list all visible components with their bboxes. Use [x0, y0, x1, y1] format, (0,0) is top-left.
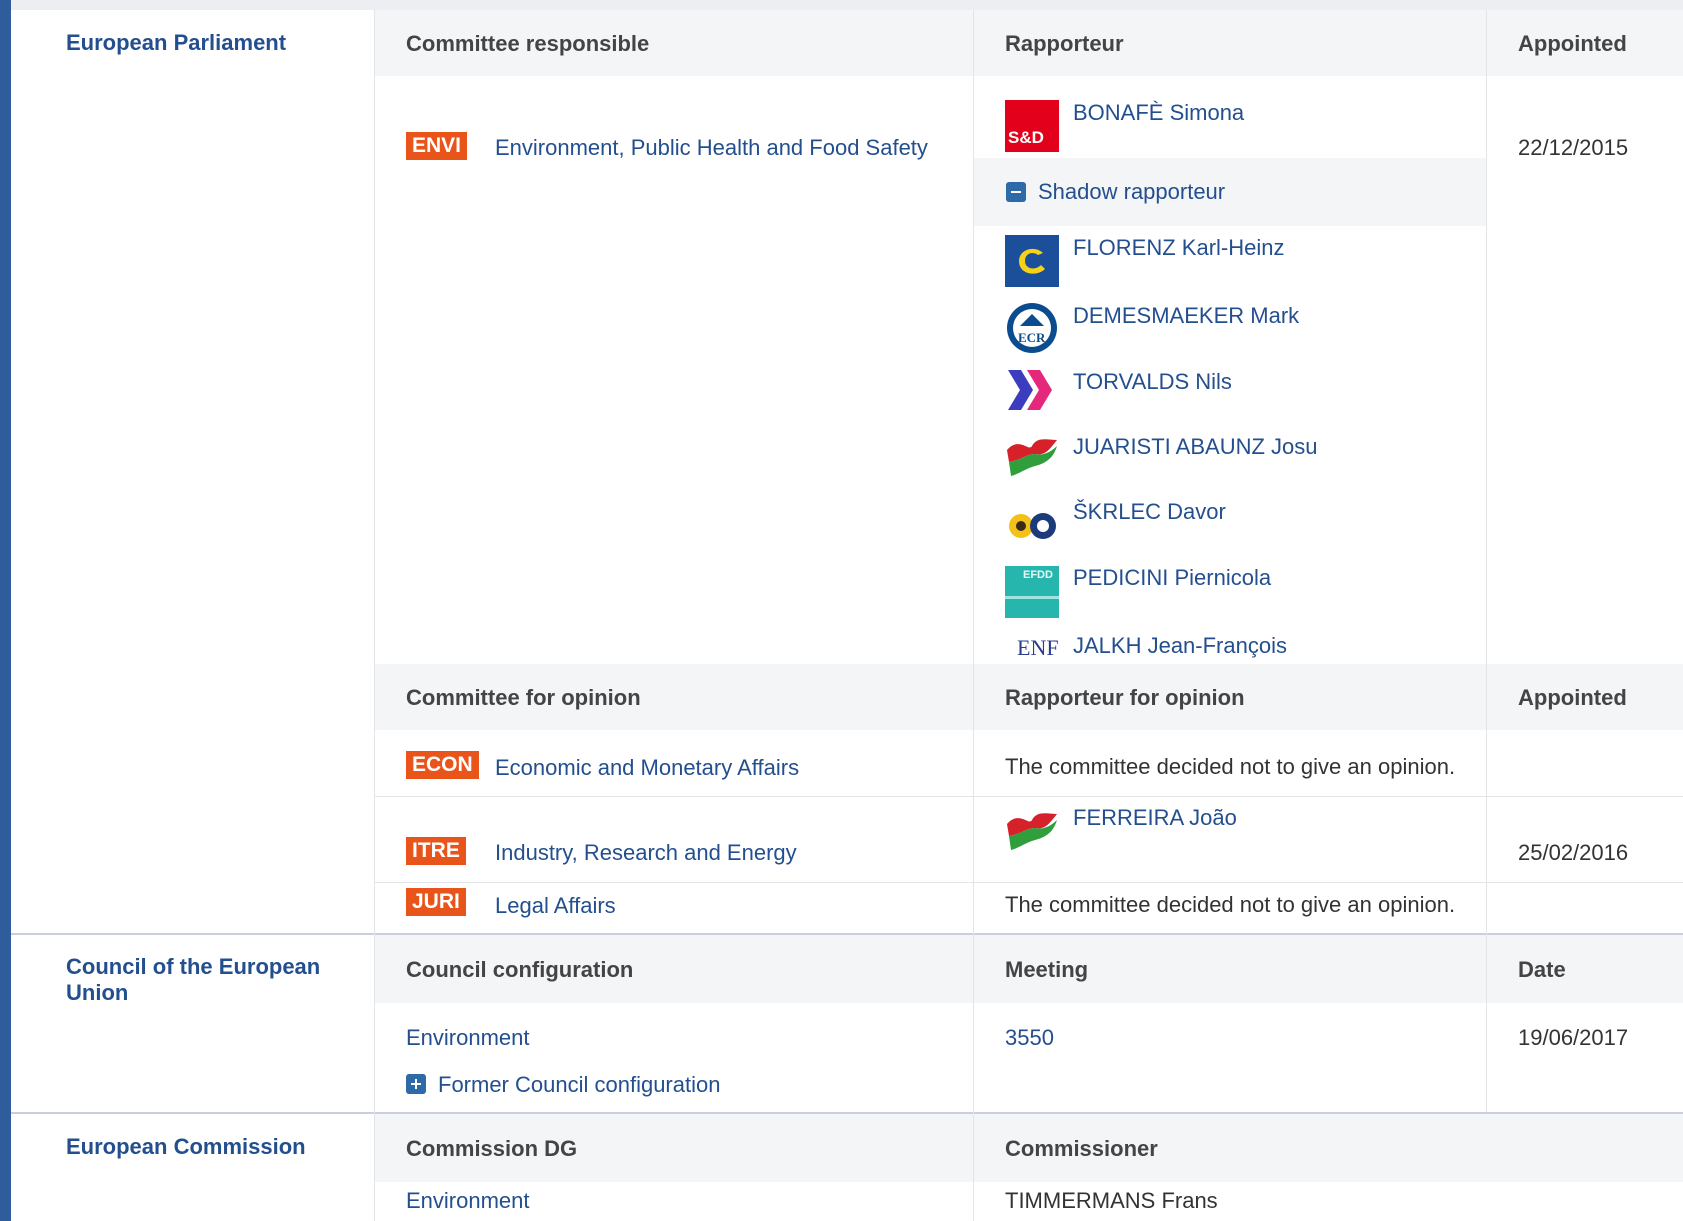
commission-dg-link[interactable]: Environment	[406, 1188, 530, 1214]
expand-icon[interactable]	[406, 1074, 426, 1094]
header-commission-dg: Commission DG	[406, 1136, 578, 1161]
committee-name-econ[interactable]: Economic and Monetary Affairs	[495, 755, 799, 781]
ecr-icon: ECR	[1005, 302, 1059, 354]
shadow-name-1[interactable]: FLORENZ Karl-Heinz	[1073, 235, 1284, 261]
former-council-configuration-toggle[interactable]: Former Council configuration	[438, 1072, 720, 1098]
header-opinion-appointed: Appointed	[1518, 685, 1627, 710]
opinion-status-juri: The committee decided not to give an opi…	[1005, 892, 1456, 917]
committee-name-envi[interactable]: Environment, Public Health and Food Safe…	[495, 135, 928, 161]
opinion-status-econ: The committee decided not to give an opi…	[1005, 754, 1456, 779]
alde-icon	[1005, 364, 1059, 416]
institution-council: Council of the European Union	[66, 954, 321, 1005]
epp-icon	[1005, 235, 1059, 287]
sd-logo-icon: S&D	[1005, 100, 1059, 152]
header-council-configuration: Council configuration	[406, 957, 634, 982]
greens-icon	[1005, 500, 1059, 552]
shadow-name-3[interactable]: TORVALDS Nils	[1073, 369, 1232, 395]
institution-commission: European Commission	[66, 1134, 306, 1159]
header-committee-responsible: Committee responsible	[406, 31, 650, 56]
institution-parliament: European Parliament	[66, 30, 287, 55]
shadow-name-7[interactable]: JALKH Jean-François	[1073, 633, 1287, 659]
committee-badge-econ[interactable]: ECON	[406, 751, 479, 779]
efdd-icon: EFDD	[1005, 566, 1059, 618]
left-accent-bar	[0, 0, 11, 1221]
opinion-appointed-itre: 25/02/2016	[1518, 840, 1629, 865]
shadow-name-5[interactable]: ŠKRLEC Davor	[1073, 499, 1226, 525]
committee-name-itre[interactable]: Industry, Research and Energy	[495, 840, 797, 866]
gue-icon	[1005, 804, 1059, 856]
shadow-name-2[interactable]: DEMESMAEKER Mark	[1073, 303, 1299, 329]
council-meeting-link[interactable]: 3550	[1005, 1025, 1054, 1051]
header-rapporteur-opinion: Rapporteur for opinion	[1005, 685, 1245, 710]
shadow-name-4[interactable]: JUARISTI ABAUNZ Josu	[1073, 434, 1318, 460]
rapporteur-appointed-date: 22/12/2015	[1518, 135, 1629, 160]
header-meeting: Meeting	[1005, 957, 1089, 982]
column-divider	[1486, 10, 1487, 1112]
header-date: Date	[1518, 957, 1566, 982]
header-rapporteur: Rapporteur	[1005, 31, 1124, 56]
top-border	[0, 0, 1683, 10]
commissioner-name: TIMMERMANS Frans	[1005, 1188, 1218, 1213]
gue-icon	[1005, 430, 1059, 482]
opinion-rapporteur-itre[interactable]: FERREIRA João	[1073, 805, 1237, 831]
header-commissioner: Commissioner	[1005, 1136, 1158, 1161]
rapporteur-name[interactable]: BONAFÈ Simona	[1073, 100, 1244, 126]
shadow-rapporteur-toggle[interactable]: Shadow rapporteur	[1038, 179, 1225, 205]
enf-icon: ENF	[1017, 635, 1059, 660]
column-divider	[374, 10, 375, 1221]
header-committee-opinion: Committee for opinion	[406, 685, 641, 710]
header-appointed: Appointed	[1518, 31, 1627, 56]
committee-badge-envi[interactable]: ENVI	[406, 132, 468, 160]
committee-name-juri[interactable]: Legal Affairs	[495, 893, 616, 919]
column-divider	[973, 10, 974, 1221]
collapse-icon[interactable]	[1006, 182, 1026, 202]
committee-badge-itre[interactable]: ITRE	[406, 837, 466, 865]
shadow-name-6[interactable]: PEDICINI Piernicola	[1073, 565, 1271, 591]
council-date: 19/06/2017	[1518, 1025, 1629, 1050]
council-configuration-link[interactable]: Environment	[406, 1025, 530, 1051]
committee-badge-juri[interactable]: JURI	[406, 888, 466, 916]
